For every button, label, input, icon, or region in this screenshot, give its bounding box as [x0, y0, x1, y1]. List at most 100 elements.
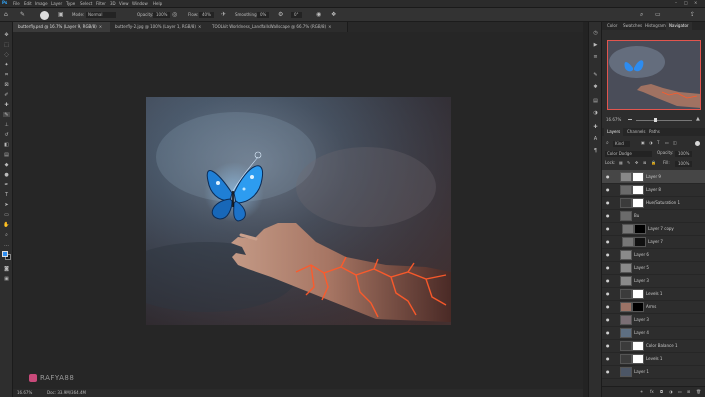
tab-histogram[interactable]: Histogram: [642, 22, 669, 30]
new-layer-icon[interactable]: ⊞: [687, 390, 690, 394]
brush-tool-preset-icon[interactable]: ✎: [20, 12, 25, 18]
lock-transparent-icon[interactable]: ▦: [619, 161, 623, 165]
history-brush-tool-icon[interactable]: ↺: [3, 132, 10, 138]
crop-tool-icon[interactable]: ⌗: [3, 72, 10, 78]
filter-adjustment-icon[interactable]: ◑: [649, 141, 653, 145]
zoom-out-icon[interactable]: [628, 119, 632, 120]
visibility-eye-icon[interactable]: ●: [606, 200, 611, 205]
layer-name[interactable]: Arms: [646, 304, 656, 309]
character-panel-icon[interactable]: A: [592, 136, 599, 142]
layer-row[interactable]: ● Bu: [602, 209, 705, 223]
visibility-eye-icon[interactable]: ●: [606, 265, 611, 270]
paragraph-panel-icon[interactable]: ¶: [592, 148, 599, 154]
eraser-tool-icon[interactable]: ◧: [3, 142, 10, 148]
link-layers-icon[interactable]: ⚭: [640, 390, 643, 394]
pressure-size-icon[interactable]: ◉: [316, 12, 321, 18]
filter-toggle[interactable]: [695, 141, 700, 146]
history-panel-icon[interactable]: ◷: [592, 30, 599, 36]
search-icon[interactable]: ⌕: [606, 141, 609, 146]
layer-kind-select[interactable]: Kind: [613, 141, 630, 147]
visibility-eye-icon[interactable]: ●: [606, 226, 611, 231]
hand-tool-icon[interactable]: ✋: [3, 222, 10, 228]
visibility-eye-icon[interactable]: ●: [606, 369, 611, 374]
screen-mode-icon[interactable]: ▣: [3, 276, 10, 282]
smoothing-input[interactable]: 0%: [257, 12, 270, 18]
lock-all-icon[interactable]: 🔒: [651, 161, 656, 165]
more-tools-icon[interactable]: …: [3, 242, 10, 248]
tab-butterfly-2[interactable]: butterfly-2.jpg @ 100% (Layer 1, RGB/8) …: [110, 22, 217, 32]
pressure-opacity-icon[interactable]: ◎: [172, 12, 177, 18]
visibility-eye-icon[interactable]: ●: [606, 187, 611, 192]
visibility-eye-icon[interactable]: ●: [606, 213, 611, 218]
filter-smart-object-icon[interactable]: ◫: [673, 141, 677, 145]
menu-help[interactable]: Help: [153, 2, 162, 6]
lock-position-icon[interactable]: ✥: [635, 161, 638, 165]
layer-row[interactable]: ● Layer 1: [602, 365, 705, 379]
navigator-preview[interactable]: [607, 40, 701, 110]
visibility-eye-icon[interactable]: ●: [606, 239, 611, 244]
search-icon[interactable]: ⌕: [640, 12, 643, 18]
menu-filter[interactable]: Filter: [96, 2, 106, 6]
tab-close-icon[interactable]: ×: [328, 25, 331, 29]
brushes-panel-icon[interactable]: ✱: [592, 84, 599, 90]
brush-settings-panel-icon[interactable]: ✎: [592, 72, 599, 78]
layer-name[interactable]: Layer 4: [634, 330, 649, 335]
lock-image-icon[interactable]: ✎: [627, 161, 630, 165]
blend-mode-select[interactable]: Color Dodge: [605, 151, 652, 157]
tab-toolkit[interactable]: TOOLkit Worldness_LandfallsWallscape @ 6…: [207, 22, 348, 32]
frame-tool-icon[interactable]: ⊠: [3, 82, 10, 88]
tab-layers[interactable]: Layers: [604, 128, 624, 136]
tab-channels[interactable]: Channels: [624, 128, 649, 136]
layer-row[interactable]: ● Layer 4: [602, 326, 705, 340]
minimize-icon[interactable]: –: [675, 1, 677, 5]
angle-input[interactable]: 0°: [291, 12, 302, 18]
healing-brush-tool-icon[interactable]: ✚: [3, 102, 10, 108]
menu-select[interactable]: Select: [80, 2, 92, 6]
lock-artboard-icon[interactable]: ⊠: [643, 161, 646, 165]
airbrush-icon[interactable]: ✈: [221, 12, 226, 18]
tab-butterfly-psd[interactable]: butterfly.psd @ 16.7% (Layer 9, RGB/8) ×: [13, 22, 120, 32]
menu-edit[interactable]: Edit: [24, 2, 32, 6]
layer-row[interactable]: ● Layer 6: [602, 248, 705, 262]
navigator-zoom-slider[interactable]: [636, 120, 692, 121]
layer-name[interactable]: Levels 1: [646, 291, 662, 296]
filter-type-icon[interactable]: T: [657, 141, 659, 145]
layer-name[interactable]: Layer 3: [634, 278, 649, 283]
layer-row[interactable]: ● Layer 8: [602, 183, 705, 197]
marquee-tool-icon[interactable]: ⬚: [3, 42, 10, 48]
styles-panel-icon[interactable]: ✚: [592, 124, 599, 130]
libraries-panel-icon[interactable]: ▤: [592, 98, 599, 104]
layer-opacity-input[interactable]: 100%: [675, 151, 693, 157]
visibility-eye-icon[interactable]: ●: [606, 317, 611, 322]
zoom-readout[interactable]: 16.67%: [17, 391, 32, 395]
layer-name[interactable]: Layer 7 copy: [648, 226, 674, 231]
zoom-in-icon[interactable]: ▲: [696, 117, 700, 122]
blur-tool-icon[interactable]: ◆: [3, 162, 10, 168]
zoom-tool-icon[interactable]: ⌕: [3, 232, 10, 238]
smoothing-settings-icon[interactable]: ⚙: [278, 12, 283, 18]
layer-name[interactable]: Layer 7: [648, 239, 663, 244]
layer-name[interactable]: Layer 3: [634, 317, 649, 322]
navigator-zoom-input[interactable]: 16.67%: [606, 118, 621, 122]
layer-style-icon[interactable]: fx: [650, 390, 654, 394]
menu-file[interactable]: File: [13, 2, 20, 6]
visibility-eye-icon[interactable]: ●: [606, 343, 611, 348]
actions-panel-icon[interactable]: ▶: [592, 42, 599, 48]
home-icon[interactable]: ⌂: [4, 12, 8, 18]
layer-row[interactable]: ● Layer 9: [602, 170, 705, 184]
fill-input[interactable]: 100%: [675, 161, 693, 167]
flow-input[interactable]: 40%: [199, 12, 214, 18]
filter-shape-icon[interactable]: ▭: [665, 141, 669, 145]
quick-select-tool-icon[interactable]: ✦: [3, 62, 10, 68]
layer-row[interactable]: ● Layer 3: [602, 274, 705, 288]
menu-window[interactable]: Window: [132, 2, 148, 6]
visibility-eye-icon[interactable]: ●: [606, 252, 611, 257]
dodge-tool-icon[interactable]: ●: [3, 172, 10, 178]
adjustments-panel-icon[interactable]: ◑: [592, 110, 599, 116]
layer-name[interactable]: Levels 1: [646, 356, 662, 361]
layer-name[interactable]: Color Balance 1: [646, 343, 677, 348]
menu-image[interactable]: Image: [35, 2, 48, 6]
tab-color[interactable]: Color: [604, 22, 620, 30]
menu-view[interactable]: View: [119, 2, 129, 6]
brush-tool-icon[interactable]: ✎: [3, 112, 10, 118]
